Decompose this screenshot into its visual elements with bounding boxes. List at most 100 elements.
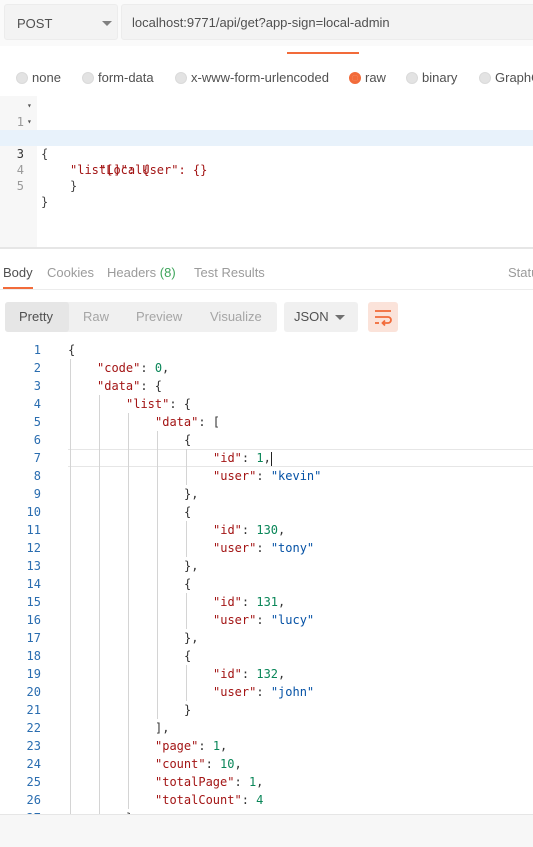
json-punctuation: : <box>256 685 271 699</box>
line-number: 9 <box>33 487 41 501</box>
json-key: "id" <box>213 595 242 609</box>
json-punctuation: , <box>278 523 286 537</box>
code-line: 18 { <box>0 647 533 665</box>
text-cursor <box>270 451 272 466</box>
code-text: ], <box>155 719 169 737</box>
code-line: 19 "id": 132, <box>0 665 533 683</box>
json-string: "tony" <box>270 541 315 555</box>
json-punctuation: { <box>184 433 192 447</box>
json-punctuation: : <box>256 541 271 555</box>
line-number: 11 <box>26 523 41 537</box>
json-string: "kevin" <box>270 469 322 483</box>
view-visualize-button[interactable]: Visualize <box>210 309 262 324</box>
radio-indicator-selected <box>349 72 361 84</box>
code-text: "code": 0, <box>97 359 169 377</box>
json-key: "list" <box>126 397 170 411</box>
response-status-label: Status <box>508 265 533 280</box>
json-number: 1 <box>212 739 221 753</box>
code-text: "totalPage": 1, <box>155 773 263 791</box>
json-number: 0 <box>154 361 163 375</box>
wrap-lines-button[interactable] <box>368 302 398 332</box>
chevron-down-icon <box>102 21 112 26</box>
view-mode-group: Pretty Raw Preview Visualize <box>5 302 277 332</box>
tab-test-results[interactable]: Test Results <box>194 265 265 280</box>
indent-guide <box>186 665 187 701</box>
radio-label: raw <box>365 70 386 85</box>
code-text: { <box>184 431 191 449</box>
json-key: "data" <box>155 415 199 429</box>
code-text: "id": 131, <box>213 593 285 611</box>
line-number: 10 <box>26 505 41 519</box>
json-punctuation: : <box>205 757 221 771</box>
code-text: } <box>41 195 49 209</box>
response-toolbar: Pretty Raw Preview Visualize JSON <box>0 300 533 332</box>
json-number: 10 <box>220 757 235 771</box>
fold-toggle-icon[interactable]: ▾ <box>27 98 32 114</box>
method-select[interactable]: POST <box>4 4 118 40</box>
headers-count-badge: (8) <box>159 265 176 280</box>
json-number: 131 <box>256 595 279 609</box>
format-select[interactable]: JSON <box>284 302 358 332</box>
code-line: 6{ <box>0 431 533 449</box>
view-raw-button[interactable]: Raw <box>83 309 109 324</box>
json-punctuation: ], <box>155 721 170 735</box>
current-line-highlight <box>68 449 533 467</box>
line-number: 26 <box>26 793 41 807</box>
view-pretty-button[interactable]: Pretty <box>19 309 53 324</box>
radio-indicator <box>16 72 28 84</box>
code-text: "user": "lucy" <box>213 611 314 629</box>
json-punctuation: , <box>220 739 228 753</box>
indent-guide <box>157 431 158 719</box>
code-text: "page": 1, <box>155 737 227 755</box>
response-body-viewer[interactable]: 1{2 "code": 0, 3 "data": {4 "list": {5 "data"… <box>0 340 533 814</box>
code-text: { <box>184 503 191 521</box>
indent-guide <box>186 593 187 629</box>
code-text: "user": "john" <box>213 683 314 701</box>
view-preview-button[interactable]: Preview <box>136 309 182 324</box>
code-line: 23 "page": 1, <box>0 737 533 755</box>
line-number: 1 <box>33 343 41 357</box>
code-line: 9}, <box>0 485 533 503</box>
json-punctuation: , <box>278 595 286 609</box>
pane-divider[interactable] <box>0 247 533 249</box>
status-footer <box>0 814 533 847</box>
json-punctuation: : <box>140 361 155 375</box>
tab-body[interactable]: Body <box>3 265 33 280</box>
radio-label: binary <box>422 70 458 85</box>
code-line: 25 "totalPage": 1, <box>0 773 533 791</box>
code-line: 26 "totalCount": 4 <box>0 791 533 809</box>
json-number: 4 <box>256 793 264 807</box>
line-number: 24 <box>26 757 41 771</box>
line-number: 18 <box>26 649 41 663</box>
json-key: "count" <box>155 757 206 771</box>
request-body-editor[interactable]: 1 ▾ { 2 ▾ "list[]": { 3 "LocalUser": {} … <box>0 96 533 248</box>
code-line: 15 "id": 131, <box>0 593 533 611</box>
tab-cookies[interactable]: Cookies <box>47 265 94 280</box>
json-punctuation: : { <box>169 397 192 411</box>
json-punctuation: : <box>256 613 271 627</box>
url-input[interactable]: localhost:9771/api/get?app-sign=local-ad… <box>121 4 533 40</box>
request-bar: POST localhost:9771/api/get?app-sign=loc… <box>0 0 533 46</box>
indent-guide <box>128 413 129 809</box>
json-punctuation: { <box>184 505 192 519</box>
json-punctuation: }, <box>184 631 199 645</box>
json-punctuation: : <box>241 595 257 609</box>
tab-headers[interactable]: Headers (8) <box>107 265 176 280</box>
editor-line: 1 ▾ { <box>0 98 533 161</box>
line-number: 16 <box>26 613 41 627</box>
fold-toggle-icon[interactable]: ▾ <box>27 114 32 130</box>
body-type-options: none form-data x-www-form-urlencoded raw… <box>0 62 533 94</box>
json-key: "user" <box>213 685 257 699</box>
code-line-current: 7 "id": 1, <box>0 449 533 467</box>
code-text: "count": 10, <box>155 755 242 773</box>
code-line: 5 "data": [ <box>0 413 533 431</box>
format-label: JSON <box>294 309 329 324</box>
line-number: 2 <box>33 361 41 375</box>
line-number: 5 <box>16 179 24 193</box>
code-text: "totalCount": 4 <box>155 791 263 809</box>
indent-guide <box>99 395 100 814</box>
line-number: 7 <box>33 451 41 465</box>
json-string: "john" <box>270 685 315 699</box>
json-key: "totalPage" <box>155 775 235 789</box>
code-line: 24 "count": 10, <box>0 755 533 773</box>
